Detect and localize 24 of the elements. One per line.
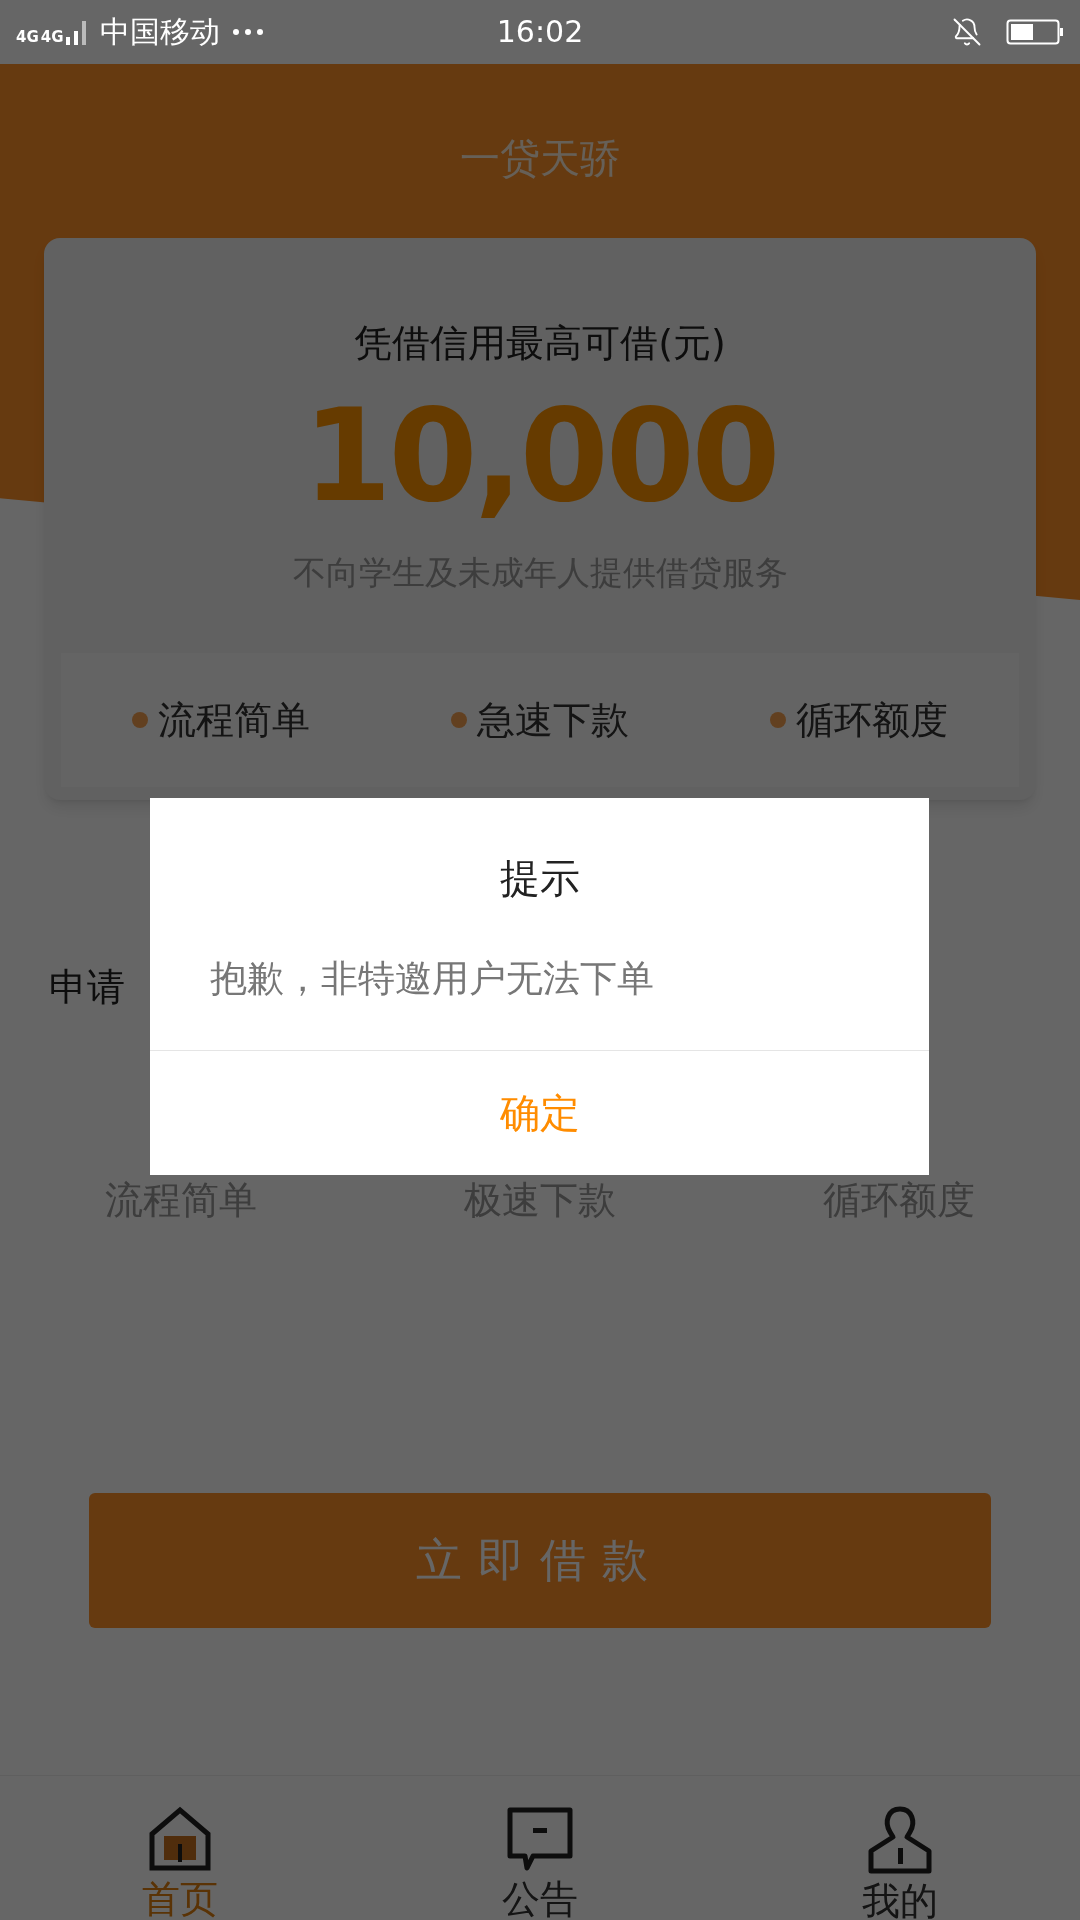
message-icon <box>505 1806 575 1872</box>
battery-icon <box>1006 19 1064 45</box>
credit-amount: 10,000 <box>302 392 778 520</box>
user-icon <box>866 1806 934 1874</box>
tab-item[interactable]: 首页 <box>0 1776 360 1920</box>
more-icon <box>231 28 264 36</box>
mute-icon <box>952 17 982 47</box>
card-title: 凭借信用最高可借(元) <box>354 324 726 362</box>
tab-item[interactable]: 我的 <box>720 1776 1080 1920</box>
dialog-message: 抱歉，非特邀用户无法下单 <box>210 960 655 997</box>
dialog-title: 提示 <box>499 858 580 898</box>
feature-label: 急速下款 <box>477 701 629 739</box>
network-label: 4G <box>40 30 64 45</box>
clock: 16:02 <box>496 17 584 47</box>
borrow-button[interactable]: 立即借款 <box>89 1493 991 1628</box>
section-title: 申请 <box>49 968 125 1006</box>
app-title: 一贷天骄 <box>460 138 620 178</box>
carrier-name: 中国移动 <box>99 17 220 47</box>
tab-item[interactable]: 公告 <box>360 1776 720 1920</box>
home-icon <box>147 1806 213 1872</box>
feature-label: 流程简单 <box>157 701 310 739</box>
confirm-button[interactable]: 确定 <box>150 1051 929 1175</box>
feature-label: 循环额度 <box>796 701 949 739</box>
network-label: 4G <box>16 30 39 45</box>
